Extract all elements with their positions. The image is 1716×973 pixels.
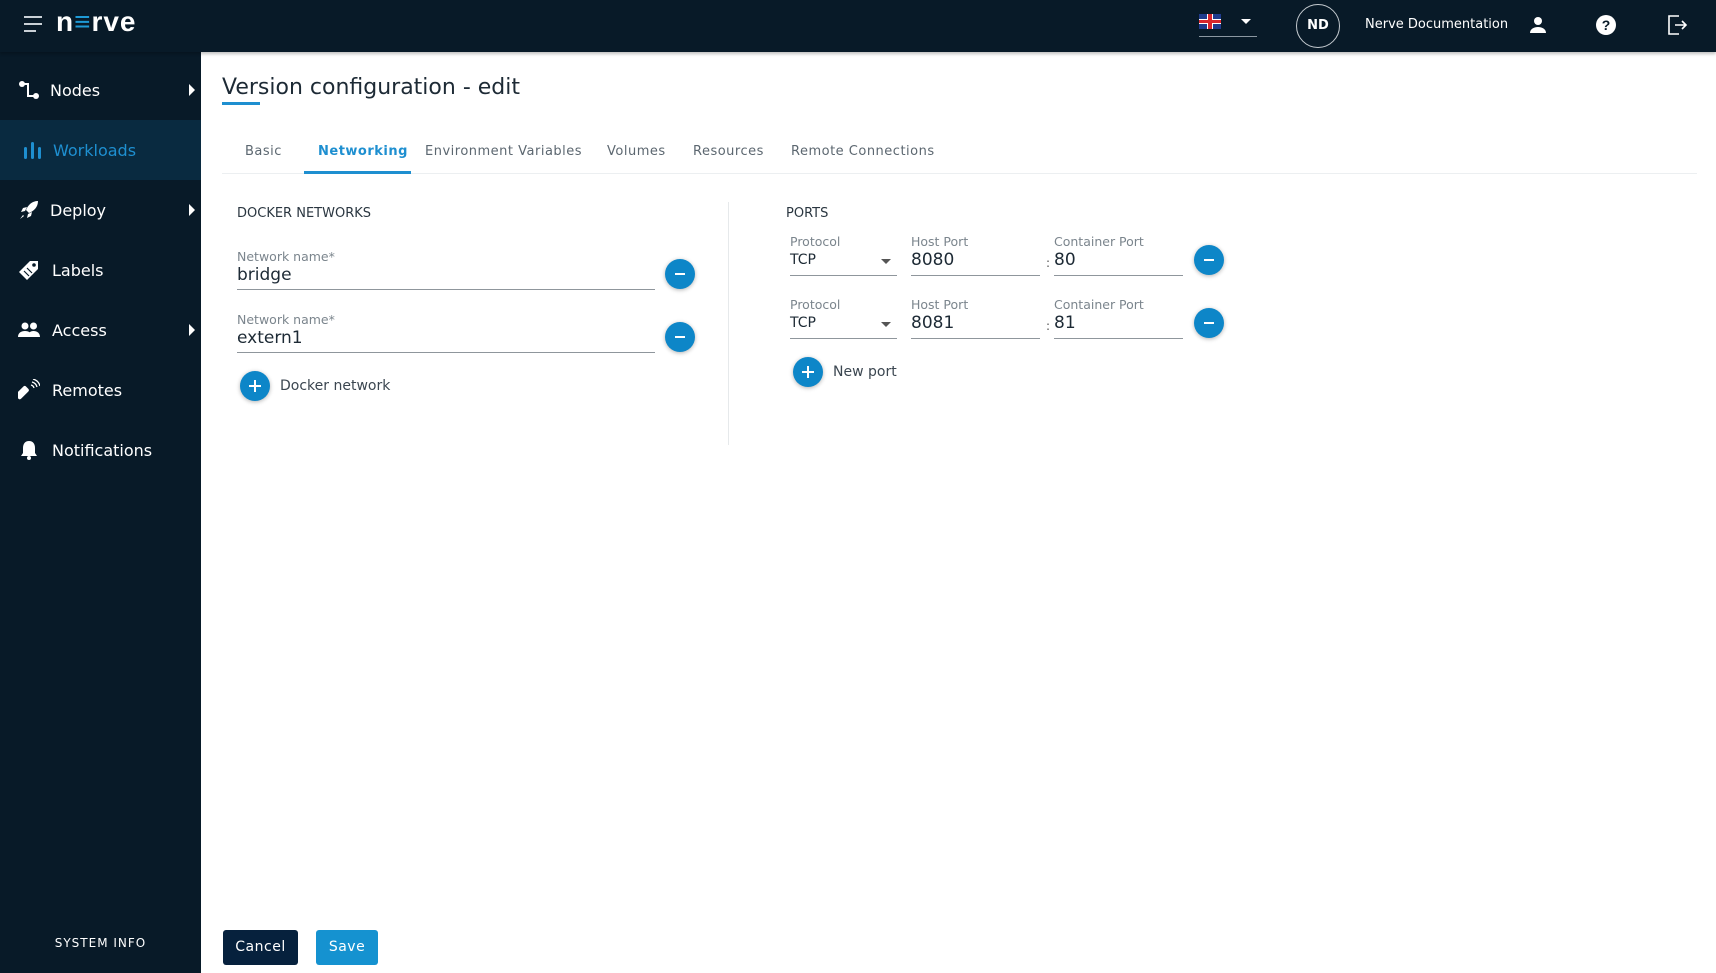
tab-bar: Basic Networking Environment Variables V… bbox=[222, 137, 1697, 174]
uk-flag-icon[interactable] bbox=[1199, 14, 1221, 29]
bell-icon bbox=[21, 441, 37, 460]
port-separator: : bbox=[1046, 256, 1051, 270]
protocol-select[interactable]: TCP bbox=[790, 315, 816, 331]
section-divider bbox=[728, 202, 729, 445]
remove-network-button[interactable] bbox=[665, 322, 695, 352]
remove-port-button[interactable] bbox=[1194, 308, 1224, 338]
port-separator: : bbox=[1046, 319, 1051, 333]
top-bar: n≡rve ND Nerve Documentation ? bbox=[0, 0, 1716, 52]
tab-remote-connections[interactable]: Remote Connections bbox=[791, 144, 935, 159]
host-port-label: Host Port bbox=[911, 234, 969, 249]
sidebar-item-label: Deploy bbox=[50, 200, 107, 220]
network-name-label: Network name* bbox=[237, 312, 335, 327]
sidebar-item-remotes[interactable]: Remotes bbox=[0, 360, 201, 420]
container-port-label: Container Port bbox=[1054, 297, 1144, 312]
host-port-underline bbox=[911, 275, 1040, 276]
add-port-label[interactable]: New port bbox=[833, 364, 897, 380]
network-name-input[interactable]: extern1 bbox=[237, 328, 303, 348]
container-port-input[interactable]: 81 bbox=[1054, 313, 1076, 333]
host-port-underline bbox=[911, 338, 1040, 339]
users-icon bbox=[18, 322, 40, 337]
title-underline bbox=[222, 102, 260, 105]
svg-text:?: ? bbox=[1602, 17, 1611, 33]
menu-icon[interactable] bbox=[24, 16, 44, 36]
chevron-right-icon bbox=[189, 324, 195, 336]
protocol-label: Protocol bbox=[790, 297, 841, 312]
remove-port-button[interactable] bbox=[1194, 245, 1224, 275]
network-name-label: Network name* bbox=[237, 249, 335, 264]
sidebar-item-access[interactable]: Access bbox=[0, 300, 201, 360]
ports-heading: PORTS bbox=[786, 206, 829, 221]
tab-volumes[interactable]: Volumes bbox=[607, 144, 666, 159]
system-info-link[interactable]: SYSTEM INFO bbox=[0, 936, 201, 950]
sidebar-item-workloads[interactable]: Workloads bbox=[0, 120, 201, 180]
protocol-select[interactable]: TCP bbox=[790, 252, 816, 268]
user-name: Nerve Documentation bbox=[1365, 17, 1509, 32]
sidebar-item-notifications[interactable]: Notifications bbox=[0, 420, 201, 480]
sidebar-item-labels[interactable]: Labels bbox=[0, 240, 201, 300]
add-port-button[interactable] bbox=[793, 357, 823, 387]
sidebar-item-deploy[interactable]: Deploy bbox=[0, 180, 201, 240]
chevron-right-icon bbox=[189, 204, 195, 216]
host-port-label: Host Port bbox=[911, 297, 969, 312]
sidebar: Nodes Workloads Deploy Labels Access Rem… bbox=[0, 52, 201, 973]
tag-icon bbox=[19, 261, 38, 280]
help-icon[interactable]: ? bbox=[1594, 13, 1618, 37]
avatar[interactable]: ND bbox=[1296, 4, 1340, 48]
sidebar-item-label: Nodes bbox=[50, 80, 101, 100]
cancel-button[interactable]: Cancel bbox=[223, 930, 298, 965]
sidebar-item-label: Labels bbox=[52, 260, 104, 280]
network-name-underline bbox=[237, 352, 655, 353]
sidebar-item-nodes[interactable]: Nodes bbox=[0, 60, 201, 120]
chevron-right-icon bbox=[189, 84, 195, 96]
network-name-input[interactable]: bridge bbox=[237, 265, 292, 285]
add-docker-network-button[interactable] bbox=[240, 371, 270, 401]
language-dropdown-caret-icon[interactable] bbox=[1241, 19, 1251, 24]
chevron-down-icon bbox=[881, 259, 891, 264]
tab-environment-variables[interactable]: Environment Variables bbox=[425, 144, 582, 159]
protocol-label: Protocol bbox=[790, 234, 841, 249]
tab-resources[interactable]: Resources bbox=[693, 144, 764, 159]
protocol-underline bbox=[790, 275, 897, 276]
docker-networks-heading: DOCKER NETWORKS bbox=[237, 206, 371, 221]
rocket-icon bbox=[20, 201, 38, 219]
sidebar-item-label: Remotes bbox=[52, 380, 123, 400]
sidebar-item-label: Access bbox=[52, 320, 107, 340]
nodes-icon bbox=[19, 81, 39, 99]
remove-network-button[interactable] bbox=[665, 259, 695, 289]
host-port-input[interactable]: 8081 bbox=[911, 313, 954, 333]
chevron-down-icon bbox=[881, 322, 891, 327]
logout-icon[interactable] bbox=[1665, 13, 1689, 37]
container-port-label: Container Port bbox=[1054, 234, 1144, 249]
page-title: Version configuration - edit bbox=[222, 75, 520, 100]
protocol-underline bbox=[790, 338, 897, 339]
sidebar-item-label: Workloads bbox=[53, 140, 137, 160]
tab-basic[interactable]: Basic bbox=[245, 144, 282, 159]
network-name-underline bbox=[237, 289, 655, 290]
nerve-logo: n≡rve bbox=[56, 6, 137, 37]
container-port-input[interactable]: 80 bbox=[1054, 250, 1076, 270]
sidebar-item-label: Notifications bbox=[52, 440, 153, 460]
host-port-input[interactable]: 8080 bbox=[911, 250, 954, 270]
active-tab-indicator bbox=[304, 171, 411, 174]
remote-icon bbox=[18, 379, 40, 400]
container-port-underline bbox=[1054, 338, 1183, 339]
add-docker-network-label[interactable]: Docker network bbox=[280, 378, 390, 394]
save-button[interactable]: Save bbox=[316, 930, 378, 965]
language-select-underline bbox=[1199, 36, 1257, 37]
container-port-underline bbox=[1054, 275, 1183, 276]
user-icon[interactable] bbox=[1526, 13, 1550, 37]
tab-networking[interactable]: Networking bbox=[318, 144, 408, 159]
workloads-icon bbox=[24, 142, 41, 159]
